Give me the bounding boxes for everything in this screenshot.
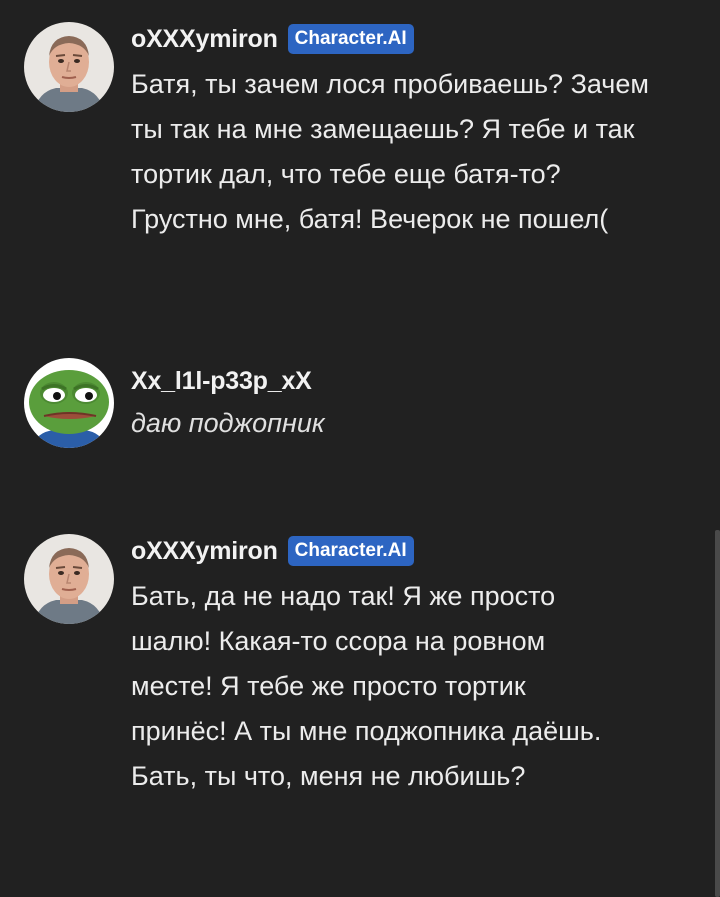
message-text: Бать, да не надо так! Я же просто шалю! … bbox=[131, 581, 602, 791]
chat-message: oXXXymiron Character.AI Бать, да не надо… bbox=[0, 534, 700, 854]
message-text: даю поджопник bbox=[131, 408, 325, 438]
pepe-frog-avatar[interactable] bbox=[24, 358, 114, 448]
message-header: oXXXymiron Character.AI bbox=[131, 534, 414, 568]
message-header: oXXXymiron Character.AI bbox=[131, 22, 414, 56]
man-portrait-avatar[interactable] bbox=[24, 534, 114, 624]
scrollbar[interactable] bbox=[715, 530, 720, 897]
character-ai-badge: Character.AI bbox=[287, 536, 414, 566]
character-ai-badge: Character.AI bbox=[287, 24, 414, 54]
username[interactable]: oXXXymiron bbox=[131, 537, 278, 566]
chat-message: oXXXymiron Character.AI Батя, ты зачем л… bbox=[0, 22, 700, 312]
username[interactable]: Xx_l1l-p33p_xX bbox=[131, 367, 312, 396]
chat-message: Xx_l1l-p33p_xX даю поджопник bbox=[0, 358, 700, 458]
message-text: Батя, ты зачем лося пробиваешь? Зачем ты… bbox=[131, 69, 649, 234]
man-portrait-avatar[interactable] bbox=[24, 22, 114, 112]
message-header: Xx_l1l-p33p_xX bbox=[131, 364, 312, 398]
username[interactable]: oXXXymiron bbox=[131, 25, 278, 54]
